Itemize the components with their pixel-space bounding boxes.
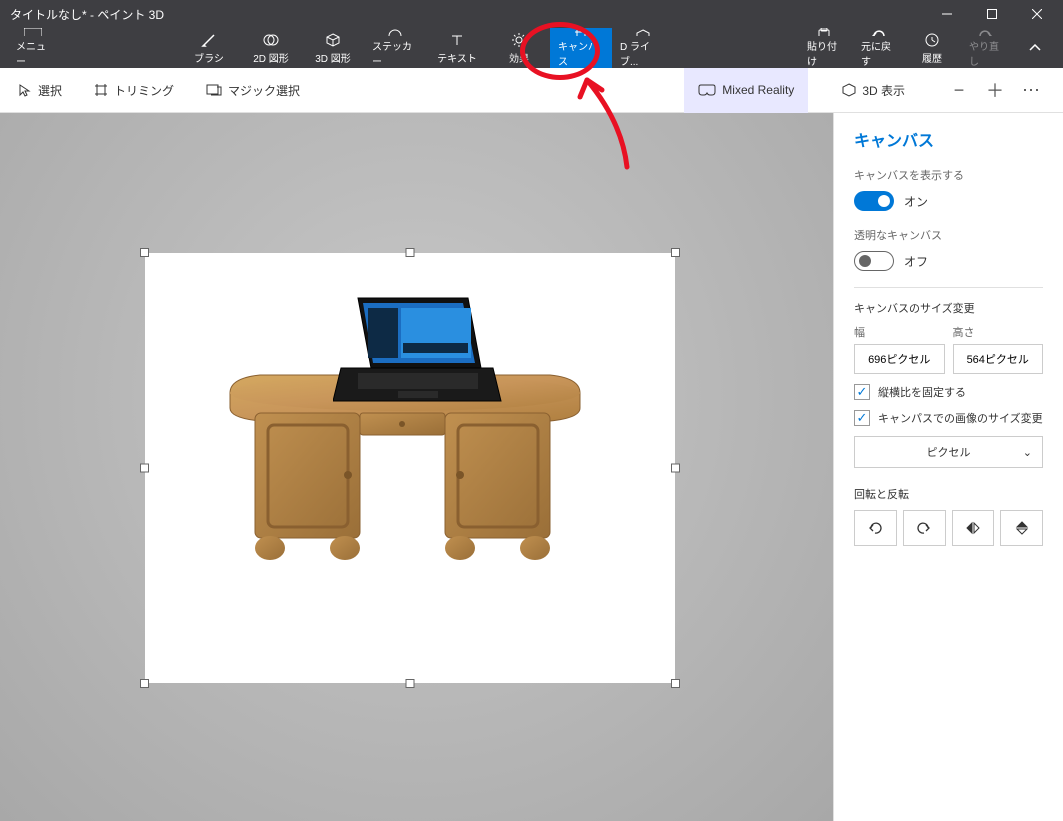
crop-tool[interactable]: トリミング <box>88 68 180 113</box>
rotate-ccw-button[interactable] <box>854 510 897 546</box>
chevron-down-icon: ⌄ <box>1023 446 1032 459</box>
panel-title: キャンバス <box>854 127 1043 151</box>
menu-label: メニュー <box>16 38 50 68</box>
tool-stickers[interactable]: ステッカー <box>364 28 426 68</box>
width-input[interactable] <box>854 344 945 374</box>
close-button[interactable] <box>1014 0 1059 28</box>
canvas-panel: キャンバス キャンバスを表示する オン 透明なキャンバス オフ キャンバスのサイ… <box>833 113 1063 821</box>
tool-brush[interactable]: ブラシ <box>178 28 240 68</box>
canvas[interactable] <box>145 253 675 683</box>
width-label: 幅 <box>854 324 945 340</box>
titlebar: タイトルなし* - ペイント 3D <box>0 0 1063 28</box>
resize-handle[interactable] <box>671 464 680 473</box>
laptop-image <box>333 293 503 413</box>
tool-effects[interactable]: 効果 <box>488 28 550 68</box>
menu-button[interactable]: メニュー <box>8 28 58 68</box>
tool-3d-library[interactable]: D ライブ... <box>612 28 674 68</box>
maximize-button[interactable] <box>969 0 1014 28</box>
toggle-off-label: オフ <box>904 253 928 270</box>
history-button[interactable]: 履歴 <box>907 28 957 68</box>
resize-handle[interactable] <box>406 679 415 688</box>
resize-handle[interactable] <box>671 248 680 257</box>
show-canvas-toggle[interactable] <box>854 191 894 211</box>
canvas-selection[interactable] <box>145 253 675 683</box>
lock-ratio-label: 縦横比を固定する <box>878 384 966 400</box>
resize-image-checkbox[interactable]: ✓ <box>854 410 870 426</box>
main-toolbar: メニュー ブラシ 2D 図形 3D 図形 ステッカー テキスト 効果 キャンバス… <box>0 28 1063 68</box>
zoom-out-button[interactable]: − <box>947 78 971 102</box>
magic-select-tool[interactable]: マジック選択 <box>200 68 306 113</box>
rotate-section-label: 回転と反転 <box>854 486 1043 502</box>
transparent-canvas-toggle[interactable] <box>854 251 894 271</box>
toggle-on-label: オン <box>904 193 928 210</box>
divider <box>854 287 1043 288</box>
resize-handle[interactable] <box>671 679 680 688</box>
flip-vertical-button[interactable] <box>1000 510 1043 546</box>
workspace[interactable] <box>0 113 833 821</box>
height-label: 高さ <box>953 324 1044 340</box>
resize-handle[interactable] <box>140 679 149 688</box>
tool-3d-shapes[interactable]: 3D 図形 <box>302 28 364 68</box>
flip-horizontal-button[interactable] <box>952 510 995 546</box>
paste-button[interactable]: 貼り付け <box>799 28 849 68</box>
transparent-canvas-label: 透明なキャンバス <box>854 227 1043 243</box>
resize-image-label: キャンパスでの画像のサイズ変更 <box>878 410 1043 426</box>
select-tool[interactable]: 選択 <box>12 68 68 113</box>
tool-text[interactable]: テキスト <box>426 28 488 68</box>
minimize-button[interactable] <box>924 0 969 28</box>
zoom-in-button[interactable]: ＋ <box>983 78 1007 102</box>
show-canvas-label: キャンバスを表示する <box>854 167 1043 183</box>
sub-toolbar: 選択 トリミング マジック選択 Mixed Reality 3D 表示 − ＋ … <box>0 68 1063 113</box>
tool-2d-shapes[interactable]: 2D 図形 <box>240 28 302 68</box>
unit-select[interactable]: ピクセル ⌄ <box>854 436 1043 468</box>
undo-button[interactable]: 元に戻す <box>853 28 903 68</box>
mixed-reality-button[interactable]: Mixed Reality <box>684 68 808 113</box>
window-title: タイトルなし* - ペイント 3D <box>10 6 924 23</box>
zoom-more-button[interactable]: ⋯ <box>1019 78 1043 102</box>
view-3d-button[interactable]: 3D 表示 <box>828 68 919 113</box>
lock-ratio-checkbox[interactable]: ✓ <box>854 384 870 400</box>
collapse-ribbon-button[interactable] <box>1015 28 1055 68</box>
resize-section-label: キャンバスのサイズ変更 <box>854 300 1043 316</box>
resize-handle[interactable] <box>140 248 149 257</box>
resize-handle[interactable] <box>406 248 415 257</box>
rotate-cw-button[interactable] <box>903 510 946 546</box>
tool-canvas[interactable]: キャンバス <box>550 28 612 68</box>
height-input[interactable] <box>953 344 1044 374</box>
redo-button[interactable]: やり直し <box>961 28 1011 68</box>
resize-handle[interactable] <box>140 464 149 473</box>
